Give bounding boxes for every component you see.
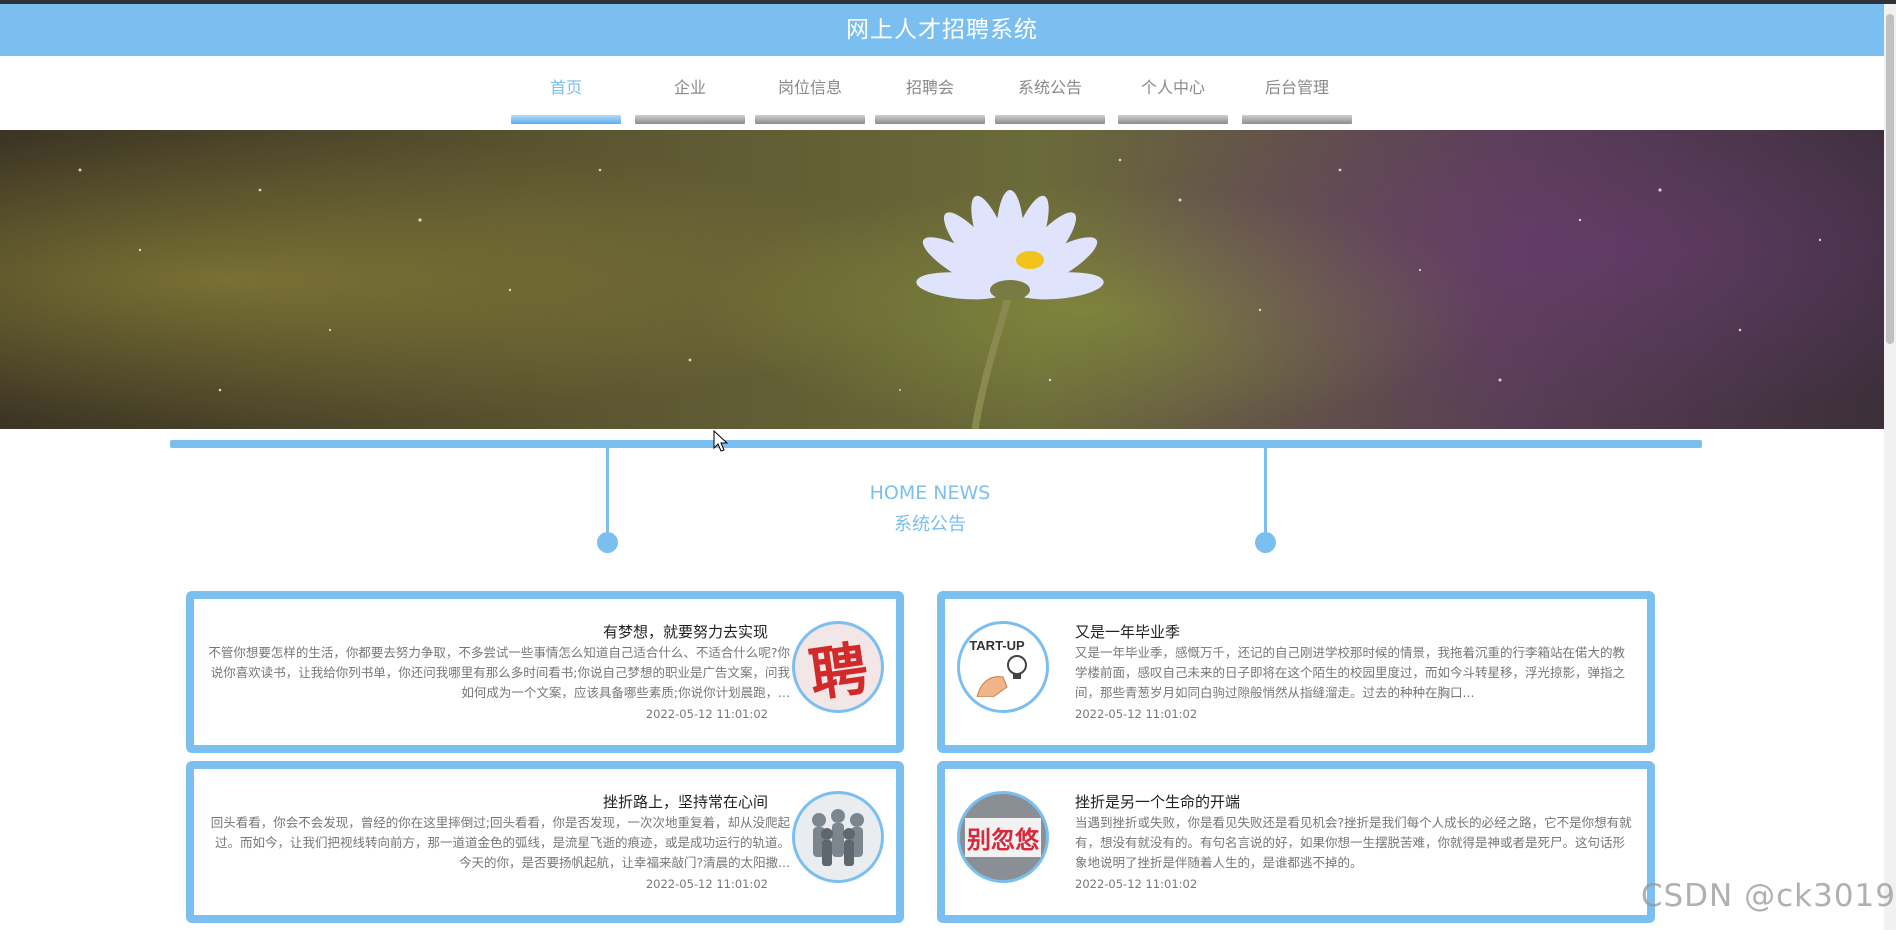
nav-underline <box>875 115 985 124</box>
news-card-excerpt: 不管你想要怎样的生活，你都要去努力争取，不多尝试一些事情怎么知道自己适合什么、不… <box>208 645 790 700</box>
nav-label-job-fair: 招聘会 <box>905 78 954 97</box>
news-section-title-cn: 系统公告 <box>894 514 966 535</box>
nav-item-company[interactable]: 企业 <box>635 56 745 124</box>
csdn-watermark: CSDN @ck3019 <box>1640 878 1896 914</box>
nav-item-jobs[interactable]: 岗位信息 <box>755 56 865 124</box>
hire-poster-text: 聘 <box>805 634 873 710</box>
timeline-dot-left <box>597 532 618 553</box>
nav-underline <box>995 115 1105 124</box>
news-section-title-en: HOME NEWS <box>869 482 991 504</box>
news-card[interactable]: 挫折是另一个生命的开端 当遇到挫折或失败，你是看见失败还是看见机会?挫折是我们每… <box>937 761 1655 923</box>
nav-label-announcements: 系统公告 <box>1017 78 1082 97</box>
nav-underline <box>755 115 865 124</box>
hero-banner-image <box>0 130 1884 429</box>
nav-item-home[interactable]: 首页 <box>511 56 621 124</box>
page-scrollbar[interactable] <box>1884 4 1896 930</box>
timeline-bar <box>170 440 1702 448</box>
nav-label-home: 首页 <box>549 78 582 97</box>
news-card-date: 2022-05-12 11:01:02 <box>645 877 768 891</box>
news-card[interactable]: 有梦想，就要努力去实现 不管你想要怎样的生活，你都要去努力争取，不多尝试一些事情… <box>186 591 904 753</box>
startup-text: TART-UP <box>969 637 1025 653</box>
timeline-stem-left <box>606 448 609 532</box>
news-card[interactable]: 又是一年毕业季 又是一年毕业季，感慨万千，还记的自己刚进学校那时候的情景，我拖着… <box>937 591 1655 753</box>
nav-item-announcements[interactable]: 系统公告 <box>995 56 1105 124</box>
lightbulb-hand-icon <box>976 654 1027 697</box>
news-card-title[interactable]: 挫折路上，坚持常在心间 <box>603 791 768 812</box>
nav-label-company: 企业 <box>673 78 706 97</box>
nav-label-admin: 后台管理 <box>1264 78 1329 97</box>
scrollbar-thumb[interactable] <box>1886 14 1894 344</box>
news-card[interactable]: 挫折路上，坚持常在心间 回头看看，你会不会发现，曾经的你在这里摔倒过;回头看看，… <box>186 761 904 923</box>
news-card-date: 2022-05-12 11:01:02 <box>1075 877 1198 891</box>
nav-item-personal-center[interactable]: 个人中心 <box>1118 56 1228 124</box>
news-card-excerpt: 又是一年毕业季，感慨万千，还记的自己刚进学校那时候的情景，我拖着沉重的行李箱站在… <box>1075 645 1626 700</box>
news-card-title[interactable]: 挫折是另一个生命的开端 <box>1075 791 1240 812</box>
site-header: 网上人才招聘系统 <box>0 4 1884 56</box>
news-card-date: 2022-05-12 11:01:02 <box>1075 707 1198 721</box>
nav-underline <box>635 115 745 124</box>
timeline-stem-right <box>1264 448 1267 532</box>
team-circle-figures-icon <box>812 809 864 866</box>
nav-underline <box>1242 115 1352 124</box>
main-nav: 首页 企业 岗位信息 招聘会 系统公告 个人中心 后台管理 <box>0 56 1884 128</box>
news-card-date: 2022-05-12 11:01:02 <box>645 707 768 721</box>
news-card-title[interactable]: 有梦想，就要努力去实现 <box>603 621 768 642</box>
slogan-poster-text: 别忽悠 <box>965 817 1041 857</box>
team-figures-icon[interactable] <box>792 791 884 883</box>
nav-underline <box>511 115 621 124</box>
slogan-poster-icon[interactable]: 别忽悠 <box>957 791 1049 883</box>
nav-item-admin[interactable]: 后台管理 <box>1242 56 1352 124</box>
hire-poster-icon[interactable]: 聘 <box>792 621 884 713</box>
news-card-excerpt: 当遇到挫折或失败，你是看见失败还是看见机会?挫折是我们每个人成长的必经之路，它不… <box>1075 815 1632 870</box>
nav-underline <box>1118 115 1228 124</box>
nav-label-jobs: 岗位信息 <box>777 78 842 97</box>
news-card-excerpt: 回头看看，你会不会发现，曾经的你在这里摔倒过;回头看看，你是否发现，一次次地重复… <box>210 815 790 870</box>
mouse-cursor-icon <box>713 430 729 452</box>
news-card-title[interactable]: 又是一年毕业季 <box>1075 621 1180 642</box>
site-title: 网上人才招聘系统 <box>846 17 1038 43</box>
nav-item-job-fair[interactable]: 招聘会 <box>875 56 985 124</box>
startup-lightbulb-icon[interactable]: TART-UP <box>957 621 1049 713</box>
nav-label-personal-center: 个人中心 <box>1140 78 1205 97</box>
daisy-flower-image <box>78 158 1822 429</box>
timeline-dot-right <box>1255 532 1276 553</box>
